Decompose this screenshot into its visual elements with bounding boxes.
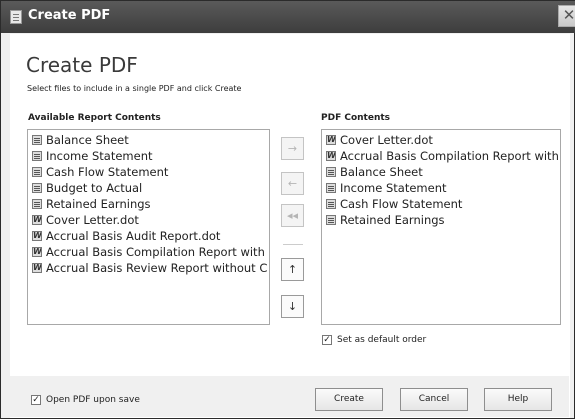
help-button[interactable]: Help (484, 388, 552, 411)
report-icon (326, 215, 336, 225)
word-icon (326, 151, 336, 161)
list-item[interactable]: Accrual Basis Compilation Report with (32, 245, 265, 261)
list-item-label: Cover Letter.dot (46, 213, 139, 227)
remove-button[interactable]: ← (281, 172, 304, 195)
list-item-label: Cover Letter.dot (340, 133, 433, 147)
list-item-label: Accrual Basis Compilation Report with (340, 149, 559, 163)
list-item[interactable]: Accrual Basis Review Report without C (32, 261, 267, 277)
list-item[interactable]: Budget to Actual (32, 181, 142, 197)
default-order-label: Set as default order (337, 335, 427, 345)
instructions-text: Select files to include in a single PDF … (27, 84, 242, 93)
list-item[interactable]: Income Statement (326, 181, 447, 197)
list-item-label: Cash Flow Statement (46, 165, 169, 179)
title-bar[interactable]: Create PDF ✕ (1, 1, 575, 33)
word-icon (32, 231, 42, 241)
report-icon (32, 167, 42, 177)
document-icon (10, 10, 22, 24)
list-item[interactable]: Retained Earnings (32, 197, 151, 213)
list-item-label: Accrual Basis Audit Report.dot (46, 229, 221, 243)
report-icon (32, 151, 42, 161)
close-button[interactable]: ✕ (558, 5, 575, 27)
list-item[interactable]: Cover Letter.dot (32, 213, 139, 229)
button-divider (283, 244, 303, 245)
word-icon (32, 263, 42, 273)
word-icon (326, 135, 336, 145)
available-contents-label: Available Report Contents (28, 113, 161, 123)
report-icon (32, 183, 42, 193)
list-item-label: Budget to Actual (46, 181, 143, 195)
pdf-contents-label: PDF Contents (321, 113, 391, 123)
list-item-label: Accrual Basis Compilation Report with (46, 245, 265, 259)
checkmark-icon: ✓ (32, 395, 40, 405)
list-item[interactable]: Accrual Basis Audit Report.dot (32, 229, 220, 245)
checkmark-icon: ✓ (323, 335, 331, 345)
list-item[interactable]: Balance Sheet (32, 133, 129, 149)
word-icon (32, 247, 42, 257)
available-contents-list[interactable]: Balance Sheet Income Statement Cash Flow… (27, 129, 270, 325)
pdf-contents-list[interactable]: Cover Letter.dot Accrual Basis Compilati… (321, 129, 561, 325)
report-icon (326, 183, 336, 193)
move-up-button[interactable]: ↑ (281, 258, 304, 281)
list-item-label: Retained Earnings (46, 197, 151, 211)
open-pdf-checkbox[interactable]: ✓ (31, 395, 41, 405)
report-icon (326, 199, 336, 209)
open-pdf-label: Open PDF upon save (46, 395, 140, 405)
list-item-label: Balance Sheet (46, 133, 129, 147)
create-button[interactable]: Create (315, 388, 383, 411)
default-order-checkbox[interactable]: ✓ (322, 335, 332, 345)
cancel-button[interactable]: Cancel (400, 388, 468, 411)
list-item-label: Income Statement (340, 181, 447, 195)
list-item-label: Income Statement (46, 149, 153, 163)
list-item[interactable]: Cover Letter.dot (326, 133, 433, 149)
list-item-label: Retained Earnings (340, 213, 445, 227)
report-icon (326, 167, 336, 177)
remove-all-button[interactable]: ◂◂ (281, 204, 304, 227)
list-item[interactable]: Cash Flow Statement (32, 165, 168, 181)
window-title: Create PDF (28, 8, 111, 23)
word-icon (32, 215, 42, 225)
report-icon (32, 135, 42, 145)
list-item[interactable]: Balance Sheet (326, 165, 423, 181)
list-item-label: Accrual Basis Review Report without C (46, 261, 268, 275)
list-item[interactable]: Accrual Basis Compilation Report with (326, 149, 559, 165)
list-item-label: Cash Flow Statement (340, 197, 463, 211)
add-button[interactable]: → (281, 137, 304, 160)
list-item[interactable]: Cash Flow Statement (326, 197, 462, 213)
list-item[interactable]: Income Statement (32, 149, 153, 165)
list-item[interactable]: Retained Earnings (326, 213, 445, 229)
report-icon (32, 199, 42, 209)
page-title: Create PDF (26, 53, 138, 77)
list-item-label: Balance Sheet (340, 165, 423, 179)
move-down-button[interactable]: ↓ (281, 295, 304, 318)
